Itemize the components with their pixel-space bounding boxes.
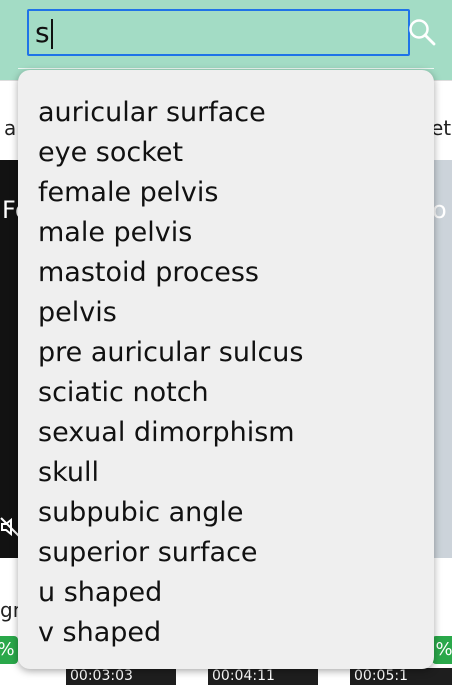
suggestion-item[interactable]: superior surface (38, 533, 304, 573)
suggestion-item[interactable]: sciatic notch (38, 373, 304, 413)
suggestion-item[interactable]: pre auricular sulcus (38, 333, 304, 373)
search-icon[interactable] (407, 17, 437, 47)
suggestion-item[interactable]: skull (38, 453, 304, 493)
match-badge-left: % (0, 636, 18, 664)
search-header: s (0, 0, 452, 80)
suggestion-item[interactable]: u shaped (38, 573, 304, 613)
suggestion-item[interactable]: sexual dimorphism (38, 413, 304, 453)
video-duration-3[interactable]: 00:05:1 (350, 668, 452, 685)
suggestion-item[interactable]: subpubic angle (38, 493, 304, 533)
header-divider (18, 68, 434, 69)
suggestion-item[interactable]: pelvis (38, 293, 304, 333)
suggestion-item[interactable]: v shaped (38, 613, 304, 653)
search-input[interactable]: s (27, 9, 410, 56)
tag-chip-right[interactable]: et (431, 116, 451, 140)
suggestion-item[interactable]: male pelvis (38, 213, 304, 253)
video-duration-2[interactable]: 00:04:11 (208, 668, 318, 685)
search-input-value: s (35, 16, 50, 49)
suggestions-list: auricular surface eye socket female pelv… (38, 93, 304, 653)
text-caret (50, 19, 53, 49)
suggestion-item[interactable]: mastoid process (38, 253, 304, 293)
suggestion-item[interactable]: eye socket (38, 133, 304, 173)
video-title-right: o (432, 196, 447, 224)
suggestion-item[interactable]: auricular surface (38, 93, 304, 133)
video-duration-1[interactable]: 00:03:03 (66, 668, 176, 685)
suggestion-item[interactable]: female pelvis (38, 173, 304, 213)
match-badge-right: % (432, 636, 452, 664)
suggestions-dropdown: auricular surface eye socket female pelv… (18, 70, 434, 669)
